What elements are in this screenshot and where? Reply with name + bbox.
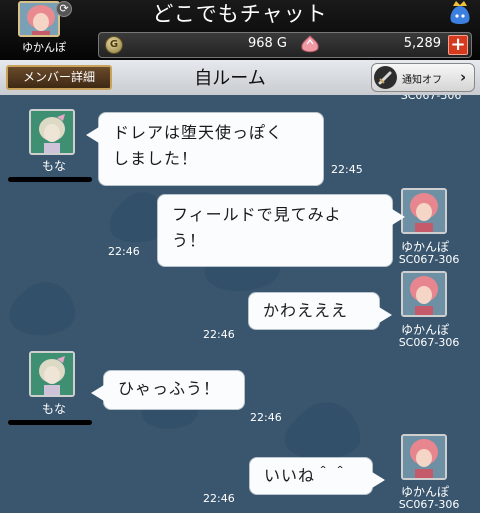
avatar[interactable]	[29, 351, 75, 397]
redaction-mark	[8, 177, 92, 182]
message-time: 22:46	[203, 328, 235, 341]
message-bubble[interactable]: ドレアは堕天使っぽく しました！	[86, 112, 324, 186]
sword-icon	[374, 66, 397, 89]
message-text: かわえええ	[263, 301, 349, 320]
message-text: ひゃっふう！	[118, 379, 221, 398]
message-time: 22:46	[203, 492, 235, 505]
message-text: いいね＾＾	[264, 466, 350, 485]
top-header: ⟳ ゆかんぽ どこでもチャット G 968 G 5,289 +	[0, 0, 480, 60]
page-title: どこでもチャット	[152, 2, 328, 26]
self-avatar[interactable]	[18, 1, 60, 37]
sender-id: SC067-306	[400, 95, 462, 102]
sender-id: SC067-306	[398, 336, 460, 349]
message-text: ドレアは堕天使っぽく	[113, 123, 284, 142]
message-text: しました！	[113, 149, 199, 168]
gold-value: 968 G	[247, 36, 287, 51]
sender-name: もな	[41, 402, 66, 416]
message-text: フィールドで見てみよ	[172, 205, 342, 224]
avatar[interactable]	[401, 434, 447, 480]
avatar[interactable]	[29, 109, 75, 155]
gem-value: 5,289	[403, 36, 441, 51]
slime-crown-icon[interactable]	[447, 0, 473, 26]
message-bubble[interactable]: いいね＾＾	[249, 457, 385, 495]
refresh-icon[interactable]: ⟳	[56, 1, 72, 17]
room-name: 自ルーム	[194, 68, 266, 89]
redaction-mark	[8, 420, 92, 425]
sender-id: SC067-306	[398, 253, 460, 266]
add-gems-button[interactable]: +	[448, 35, 468, 55]
message-time: 22:46	[108, 245, 140, 258]
chat-log[interactable]: SC067-306 もな ドレアは堕天使っぽく しました！ 22:45 ゆかんぽ…	[0, 95, 480, 513]
message-bubble[interactable]: フィールドで見てみよ う！	[157, 194, 405, 267]
message-time: 22:46	[250, 411, 282, 424]
message-time: 22:45	[331, 163, 363, 176]
avatar[interactable]	[401, 271, 447, 317]
currency-bar: G 968 G 5,289 +	[98, 32, 472, 58]
sender-name: もな	[41, 159, 66, 173]
gem-icon	[299, 35, 321, 55]
message-bubble[interactable]: ひゃっふう！	[91, 370, 245, 410]
gold-coin-icon: G	[105, 36, 123, 54]
avatar[interactable]	[401, 188, 447, 234]
sender-id: SC067-306	[398, 498, 460, 511]
member-details-button[interactable]: メンバー詳細	[6, 65, 112, 90]
notify-off-button[interactable]: 通知オフ ›	[371, 63, 475, 92]
room-bar: メンバー詳細 自ルーム 通知オフ ›	[0, 60, 480, 95]
message-bubble[interactable]: かわえええ	[248, 292, 392, 330]
chevron-right-icon: ›	[460, 68, 467, 86]
self-name: ゆかんぽ	[22, 41, 66, 54]
message-text: う！	[172, 231, 207, 250]
notify-label: 通知オフ	[402, 75, 442, 86]
